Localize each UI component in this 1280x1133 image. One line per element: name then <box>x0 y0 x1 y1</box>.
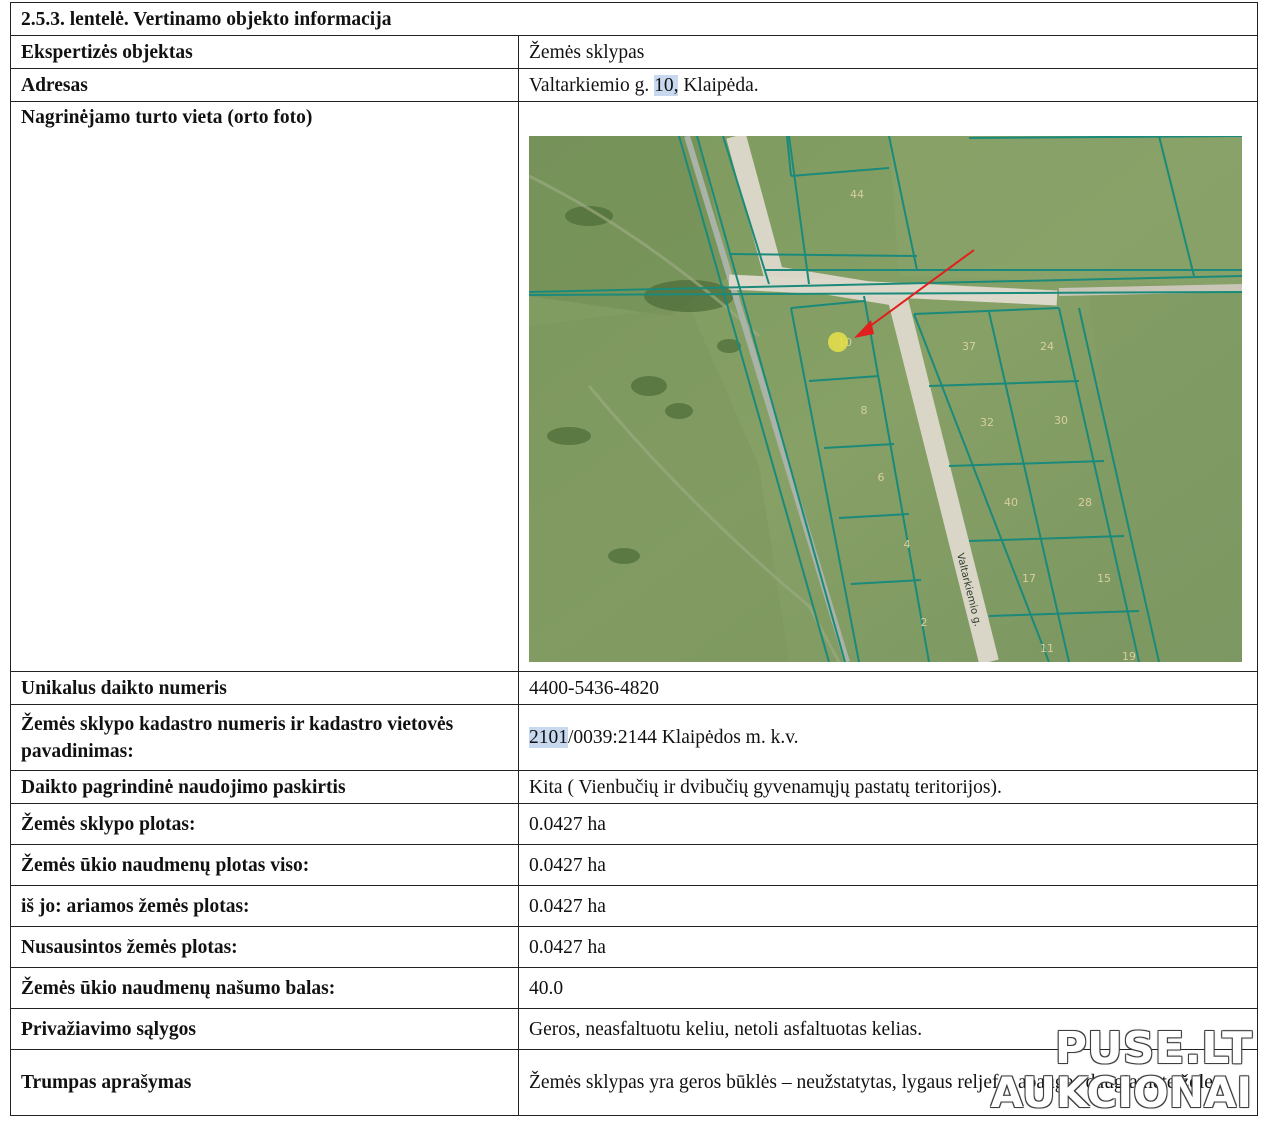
parcel-number: 19 <box>1122 650 1136 662</box>
subject-marker <box>828 332 848 352</box>
table-row: Adresas Valtarkiemio g. 10, Klaipėda. <box>10 68 1258 102</box>
row-label: Žemės sklypo plotas: <box>10 803 519 845</box>
row-value: Kita ( Vienbučių ir dvibučių gyvenamųjų … <box>518 770 1258 804</box>
site-watermark: PUSE.LT AUKCIONAI <box>991 1027 1252 1115</box>
row-label: Žemės ūkio naudmenų našumo balas: <box>10 967 519 1009</box>
row-value: 4400-5436-4820 <box>518 671 1258 705</box>
row-label: Unikalus daikto numeris <box>10 671 519 705</box>
row-label: Žemės sklypo kadastro numeris ir kadastr… <box>10 704 519 771</box>
parcel-number: 28 <box>1078 496 1092 509</box>
table-row: Žemės sklypo kadastro numeris ir kadastr… <box>10 704 1258 771</box>
table-row: Žemės sklypo plotas: 0.0427 ha <box>10 803 1258 845</box>
cadastre-number-highlight: 2101 <box>529 727 568 748</box>
parcel-number: 44 <box>850 188 864 201</box>
table-row: Unikalus daikto numeris 4400-5436-4820 <box>10 671 1258 705</box>
table-row: Nagrinėjamo turto vieta (orto foto) 44 8… <box>10 101 1258 672</box>
address-number-highlight: 10, <box>654 74 679 96</box>
table-row: Žemės ūkio naudmenų našumo balas: 40.0 <box>10 967 1258 1009</box>
watermark-line-1: PUSE.LT <box>1054 1023 1252 1074</box>
row-label: Privažiavimo sąlygos <box>10 1008 519 1050</box>
row-label: Daikto pagrindinė naudojimo paskirtis <box>10 770 519 804</box>
parcel-number: 17 <box>1022 572 1036 585</box>
table-row: Žemės ūkio naudmenų plotas viso: 0.0427 … <box>10 844 1258 886</box>
ortho-photo-cell: 44 10 8 6 4 2 37 24 32 30 40 28 17 15 11… <box>518 101 1258 672</box>
parcel-number: 8 <box>861 404 868 417</box>
row-value: 40.0 <box>518 967 1258 1009</box>
address-street: Valtarkiemio g. <box>529 74 655 96</box>
address-city: Klaipėda. <box>678 74 759 96</box>
parcel-number: 11 <box>1040 642 1054 655</box>
row-label: Trumpas aprašymas <box>10 1049 519 1116</box>
row-value: 0.0427 ha <box>518 885 1258 927</box>
table-row: iš jo: ariamos žemės plotas: 0.0427 ha <box>10 885 1258 927</box>
meadow-patch <box>889 136 1242 286</box>
row-value: Žemės sklypas <box>518 35 1258 69</box>
parcel-number: 6 <box>878 471 885 484</box>
row-label: Žemės ūkio naudmenų plotas viso: <box>10 844 519 886</box>
row-value: 0.0427 ha <box>518 844 1258 886</box>
parcel-number: 37 <box>962 340 976 353</box>
parcel-number: 30 <box>1054 414 1068 427</box>
row-label: Ekspertizės objektas <box>10 35 519 69</box>
row-value: 0.0427 ha <box>518 803 1258 845</box>
parcel-number: 32 <box>980 416 994 429</box>
row-label: iš jo: ariamos žemės plotas: <box>10 885 519 927</box>
cadastre-value: 2101/0039:2144 Klaipėdos m. k.v. <box>518 704 1258 771</box>
address-value: Valtarkiemio g. 10, Klaipėda. <box>518 68 1258 102</box>
table-row: Daikto pagrindinė naudojimo paskirtis Ki… <box>10 770 1258 804</box>
parcel-number: 40 <box>1004 496 1018 509</box>
watermark-line-2: AUKCIONAI <box>990 1068 1252 1117</box>
row-label: Nusausintos žemės plotas: <box>10 926 519 968</box>
table-row: Ekspertizės objektas Žemės sklypas <box>10 35 1258 69</box>
parcel-number: 15 <box>1097 572 1111 585</box>
parcel-number: 24 <box>1040 340 1054 353</box>
cadastre-number-rest: /0039:2144 Klaipėdos m. k.v. <box>568 727 799 748</box>
parcel-number: 4 <box>904 538 911 551</box>
object-info-table: 2.5.3. lentelė. Vertinamo objekto inform… <box>10 2 1258 1116</box>
ortho-photo-map: 44 10 8 6 4 2 37 24 32 30 40 28 17 15 11… <box>529 136 1242 662</box>
row-label: Nagrinėjamo turto vieta (orto foto) <box>10 101 519 672</box>
table-title: 2.5.3. lentelė. Vertinamo objekto inform… <box>10 2 1258 36</box>
table-row: Nusausintos žemės plotas: 0.0427 ha <box>10 926 1258 968</box>
row-value: 0.0427 ha <box>518 926 1258 968</box>
parcel-number: 2 <box>921 616 928 629</box>
row-label: Adresas <box>10 68 519 102</box>
